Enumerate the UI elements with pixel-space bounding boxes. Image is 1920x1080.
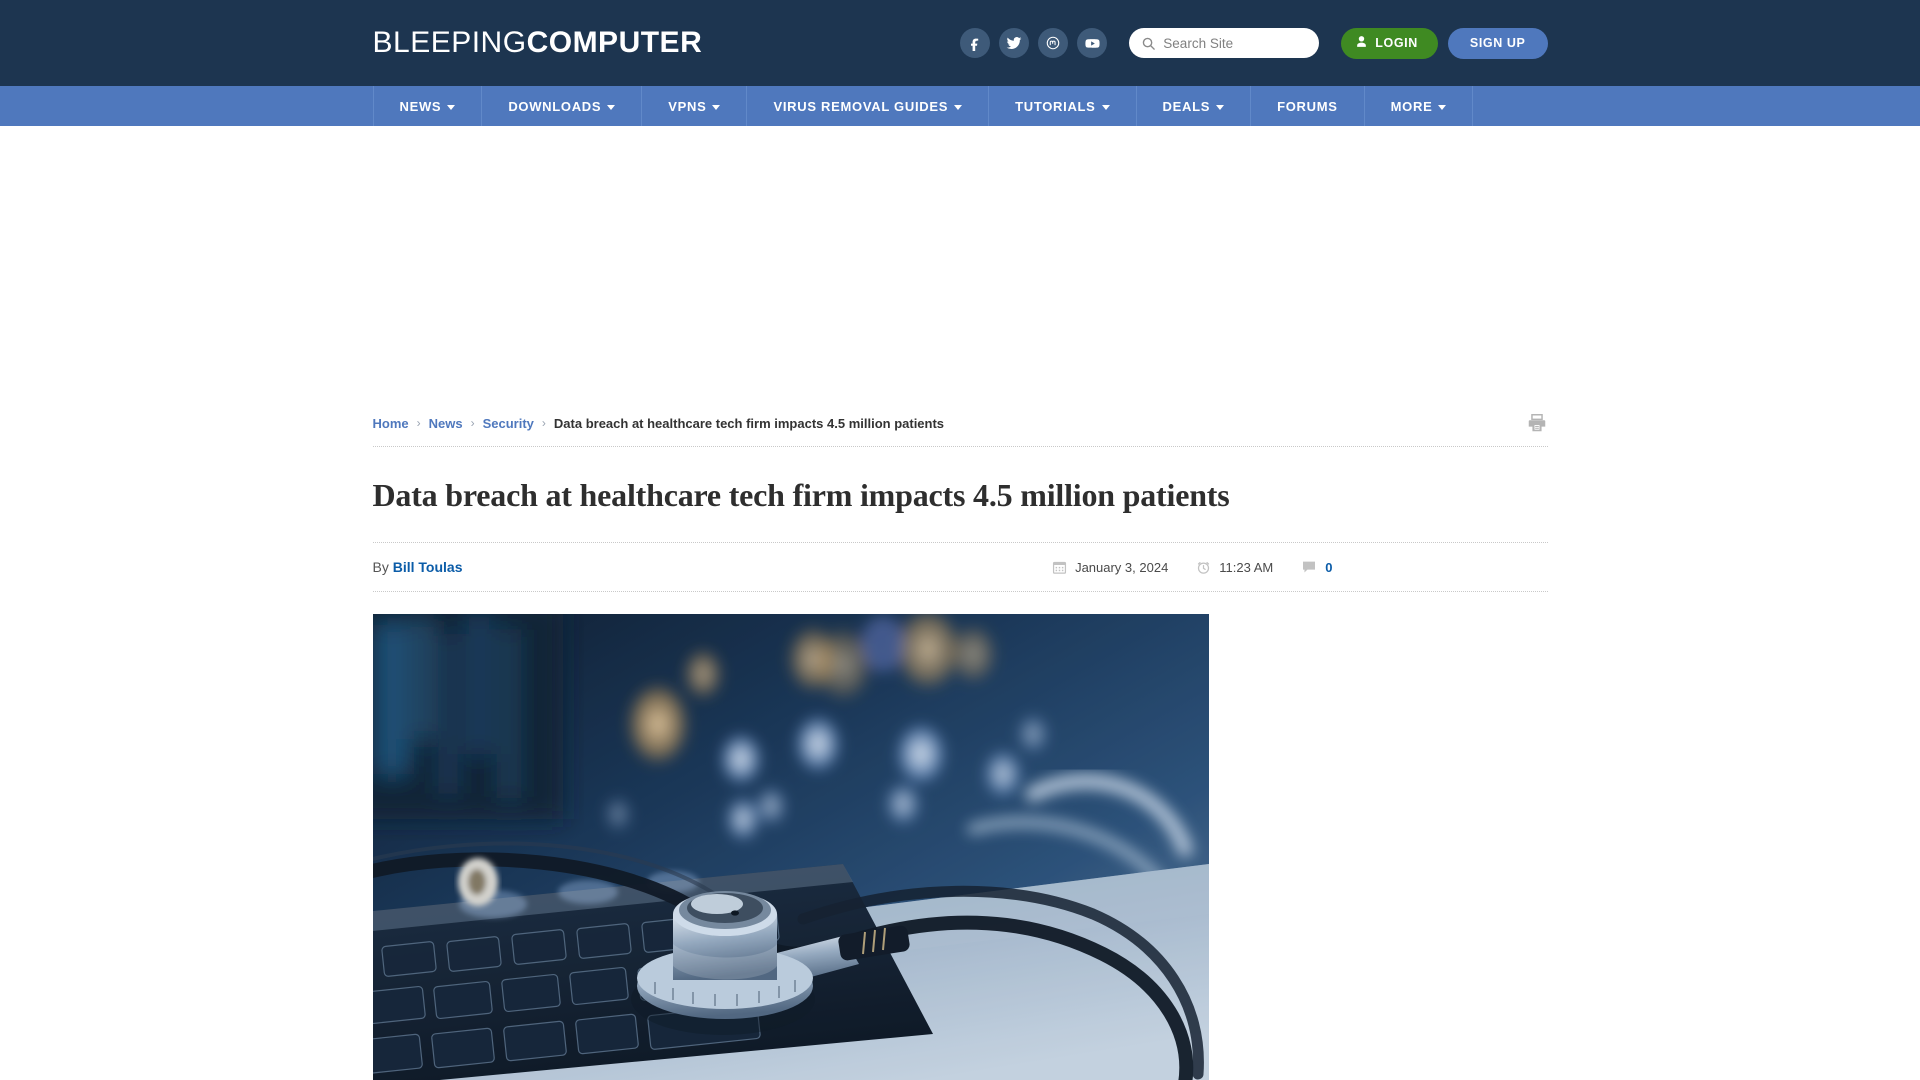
- byline: By Bill Toulas: [373, 559, 463, 575]
- breadcrumb-item[interactable]: News: [429, 416, 463, 431]
- publish-time-label: 11:23 AM: [1219, 559, 1274, 575]
- nav-item-tutorials[interactable]: TUTORIALS: [988, 86, 1135, 126]
- logo-text-bold: COMPUTER: [526, 26, 703, 59]
- comment-count-label: 0: [1325, 559, 1333, 575]
- twitter-icon[interactable]: [999, 28, 1030, 58]
- login-button[interactable]: LOGIN: [1341, 27, 1438, 59]
- nav-item-label: DEALS: [1162, 98, 1211, 114]
- user-icon: [1355, 35, 1368, 51]
- breadcrumb-item[interactable]: Security: [483, 416, 534, 431]
- article-body: [372, 592, 1548, 1080]
- chevron-down-icon: [1101, 104, 1110, 110]
- nav-item-label: NEWS: [399, 98, 442, 114]
- page-content: Home › News › Security › Data breach at health…: [372, 406, 1548, 1080]
- search-box[interactable]: [1129, 28, 1320, 58]
- nav-item-more[interactable]: MORE: [1363, 86, 1474, 126]
- nav-item-deals[interactable]: DEALS: [1135, 86, 1251, 126]
- chevron-down-icon: [1438, 104, 1447, 110]
- site-logo[interactable]: BLEEPINGCOMPUTER: [373, 26, 703, 60]
- byline-prefix: By: [372, 559, 389, 575]
- nav-item-vpns[interactable]: VPNS: [641, 86, 746, 126]
- signup-button[interactable]: SIGN UP: [1447, 27, 1548, 59]
- article-hero-image: [372, 614, 1209, 1080]
- nav-item-label: VIRUS REMOVAL GUIDES: [773, 98, 949, 114]
- comment-count[interactable]: 0: [1301, 559, 1333, 575]
- facebook-icon[interactable]: [960, 28, 991, 58]
- calendar-icon: [1052, 560, 1067, 575]
- nav-item-virus-removal-guides[interactable]: VIRUS REMOVAL GUIDES: [746, 86, 988, 126]
- nav-item-news[interactable]: NEWS: [372, 86, 482, 126]
- nav-item-forums[interactable]: FORUMS: [1250, 86, 1364, 126]
- breadcrumb: Home › News › Security › Data breach at health…: [372, 406, 1548, 447]
- breadcrumb-separator: ›: [416, 416, 421, 430]
- comment-icon: [1301, 559, 1317, 575]
- nav-item-label: VPNS: [668, 98, 707, 114]
- clock-icon: [1196, 560, 1211, 575]
- chevron-down-icon: [1216, 104, 1225, 110]
- nav-item-label: DOWNLOADS: [508, 98, 602, 114]
- site-header: BLEEPINGCOMPUTER Search Site LOGIN SIGN …: [0, 0, 1920, 86]
- chevron-down-icon: [447, 104, 456, 110]
- breadcrumb-separator: ›: [541, 416, 546, 430]
- signup-button-label: SIGN UP: [1469, 36, 1526, 50]
- search-input[interactable]: [1163, 35, 1308, 51]
- youtube-icon[interactable]: [1077, 28, 1108, 58]
- main-navigation: NEWS DOWNLOADS VPNS VIRUS REMOVAL GUIDES TUT…: [0, 86, 1920, 126]
- chevron-down-icon: [712, 104, 721, 110]
- printer-icon[interactable]: [1526, 412, 1548, 434]
- nav-item-label: MORE: [1390, 98, 1433, 114]
- publish-date: January 3, 2024: [1052, 560, 1168, 575]
- breadcrumb-item: Data breach at healthcare tech firm impa…: [553, 415, 945, 431]
- chevron-down-icon: [607, 104, 616, 110]
- nav-item-downloads[interactable]: DOWNLOADS: [481, 86, 641, 126]
- article-meta-row: By Bill Toulas January 3, 2024 11:23 AM …: [372, 543, 1548, 592]
- mastodon-icon[interactable]: [1038, 28, 1069, 58]
- login-button-label: LOGIN: [1375, 36, 1418, 50]
- chevron-down-icon: [954, 104, 963, 110]
- logo-text-thin: BLEEPING: [372, 26, 527, 59]
- author-link[interactable]: Bill Toulas: [393, 559, 463, 575]
- advertisement-slot: [0, 126, 1920, 406]
- page-title: Data breach at healthcare tech firm impa…: [372, 447, 1548, 543]
- search-icon: [1141, 36, 1156, 51]
- nav-item-label: TUTORIALS: [1015, 98, 1096, 114]
- nav-item-label: FORUMS: [1277, 98, 1338, 114]
- social-links: [960, 28, 1108, 58]
- publish-date-label: January 3, 2024: [1075, 559, 1169, 575]
- publish-time: 11:23 AM: [1196, 560, 1273, 575]
- breadcrumb-item[interactable]: Home: [373, 416, 409, 431]
- breadcrumb-separator: ›: [470, 416, 475, 430]
